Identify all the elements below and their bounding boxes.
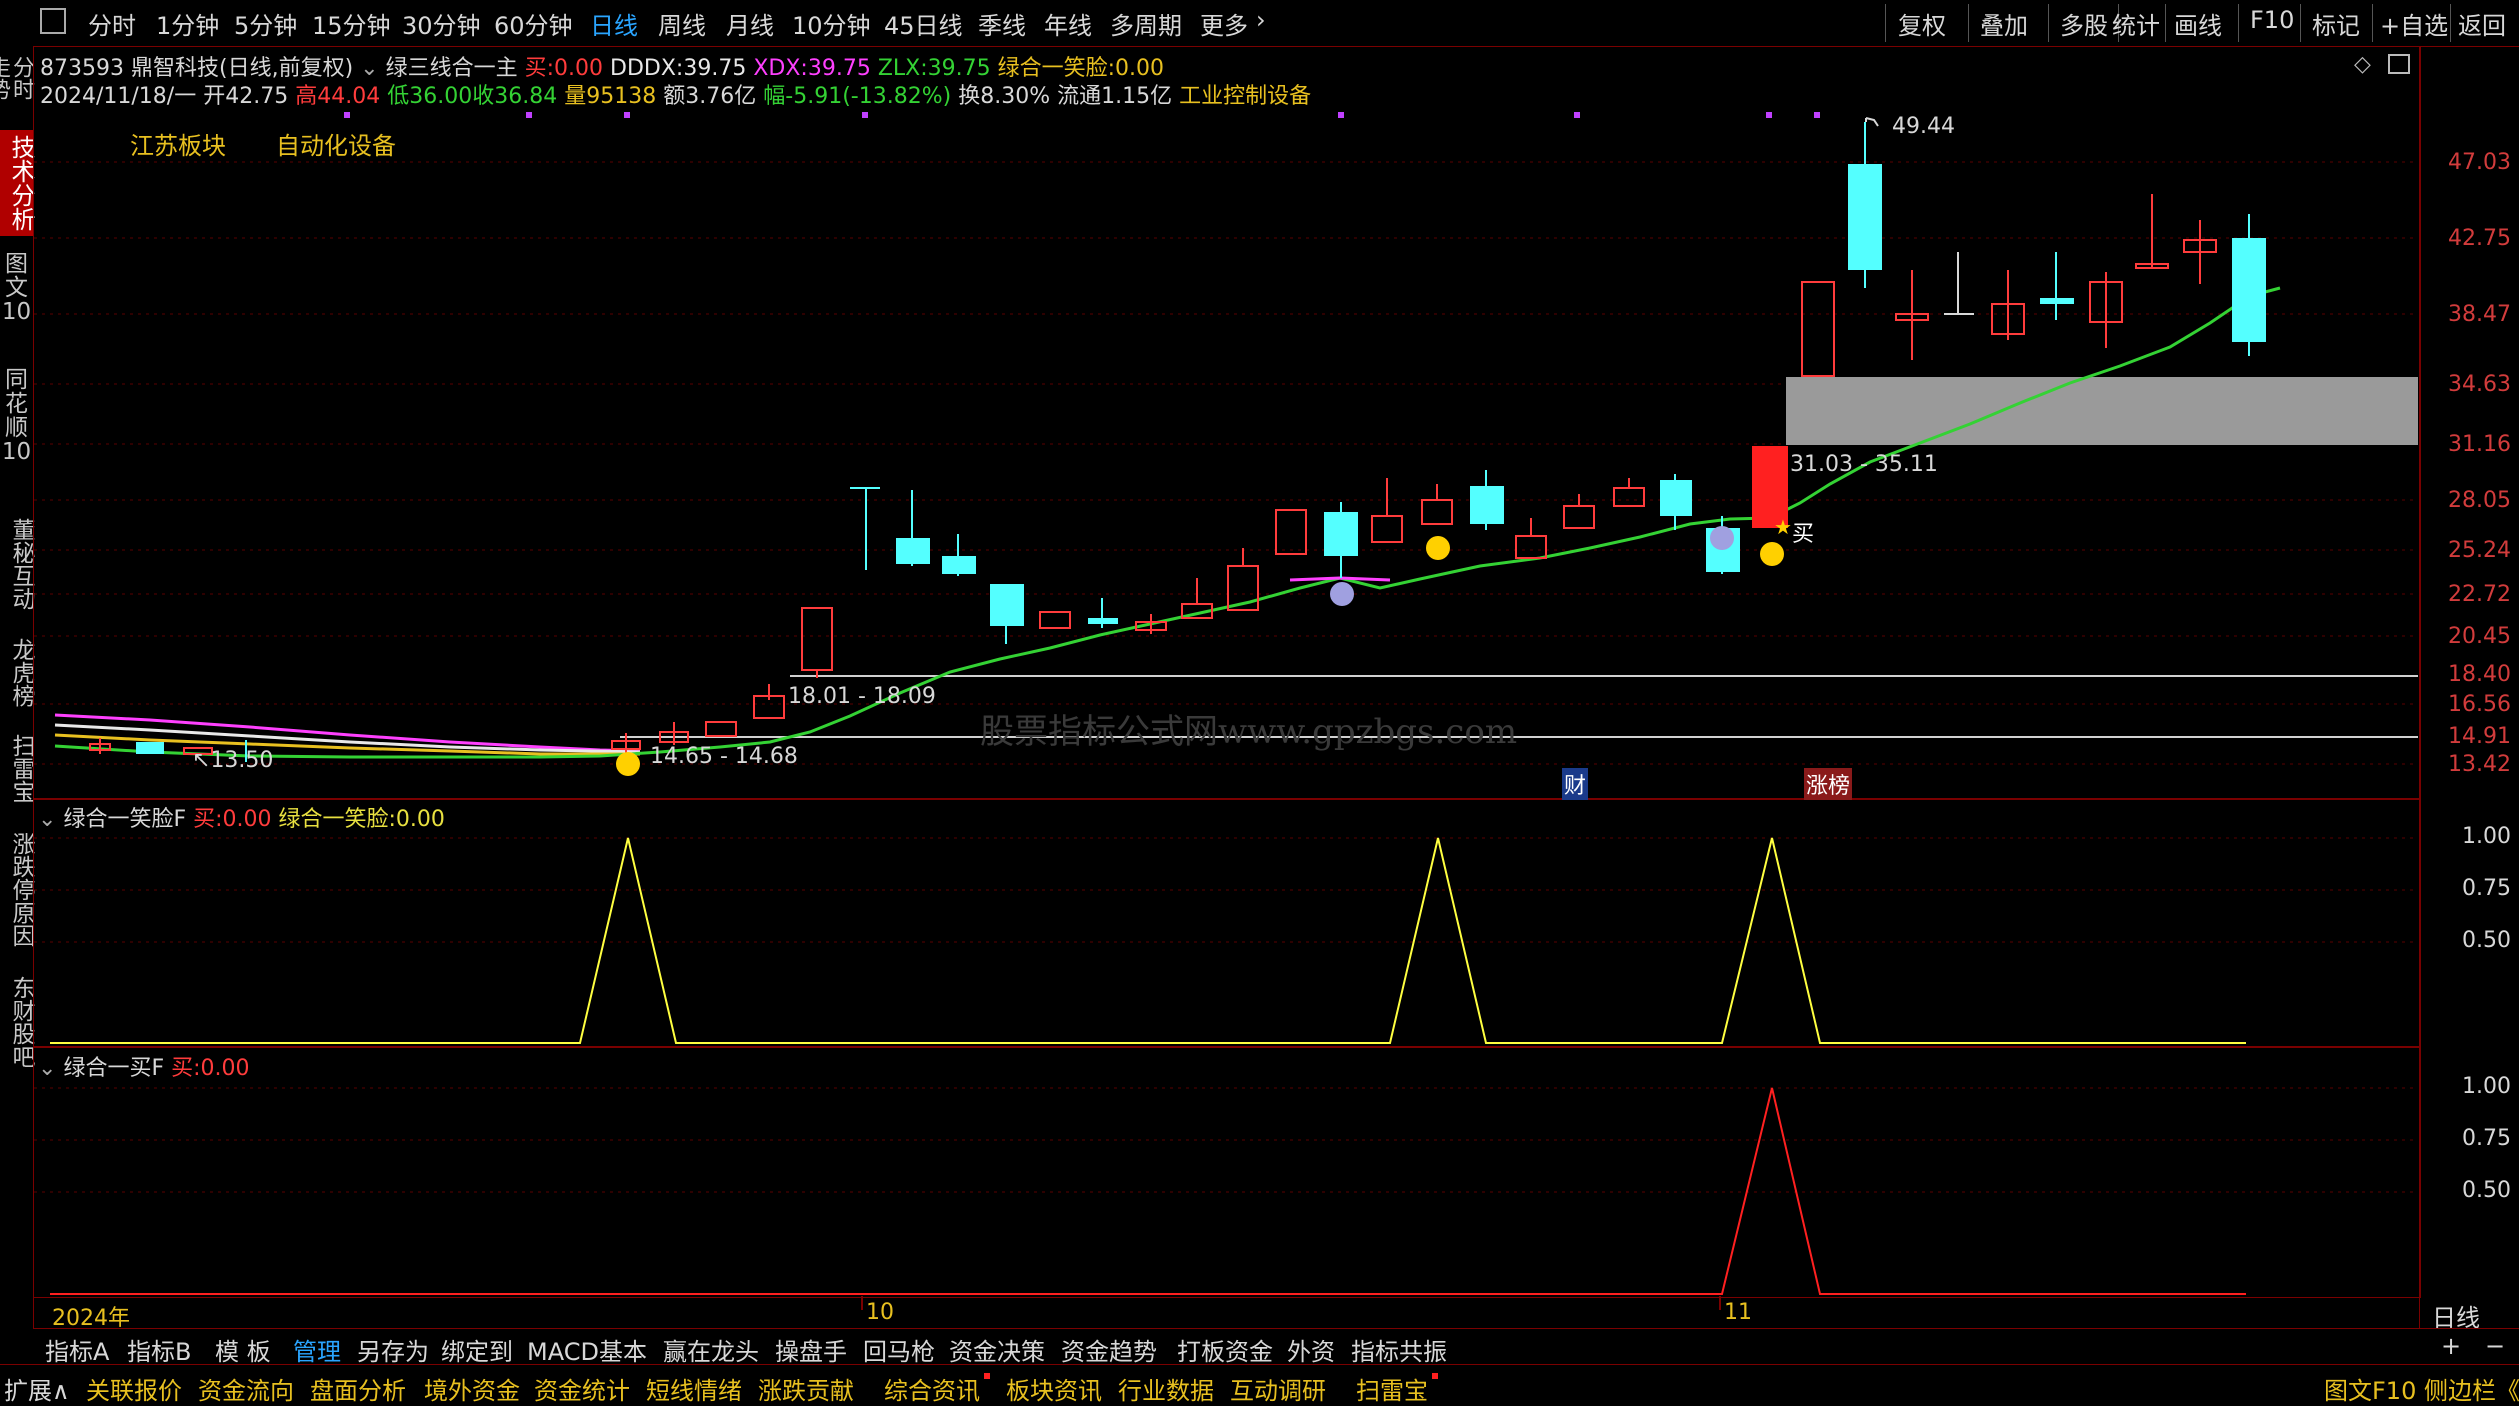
tab-saoleibao[interactable]: 扫雷宝 [1356,1371,1428,1406]
tab-interaction[interactable]: 互动调研 [1230,1371,1326,1406]
limit-up-badge[interactable]: 涨榜 [1804,768,1853,800]
news-dot-icon [984,1373,990,1379]
buy-marker-text: 买 [1792,522,1815,547]
tab-overseas-fund[interactable]: 境外资金 [424,1371,520,1406]
function-tabs: 扩展∧ 关联报价 资金流向 盘面分析 境外资金 资金统计 短线情绪 涨跌贡献 综… [0,1364,2519,1406]
sub2-header: ⌄ 绿合一买F 买:0.00 [38,1050,250,1082]
tab-macd[interactable]: MACD基本 [523,1332,651,1367]
tab-foreign[interactable]: 外资 [1283,1332,1339,1367]
sub2-dropdown-icon[interactable]: ⌄ [38,1056,56,1081]
tab-template[interactable]: 模 板 [211,1332,275,1367]
sub1-dropdown-icon[interactable]: ⌄ [38,807,56,832]
saoleibao-dot-icon [1432,1373,1438,1379]
level-label-14: 14.65 - 14.68 [650,744,798,769]
sub2-axis-tick: 0.75 [2462,1126,2511,1151]
tab-sentiment[interactable]: 短线情绪 [646,1371,742,1406]
tab-indicator-b[interactable]: 指标B [123,1332,195,1367]
tab-limit-fund[interactable]: 打板资金 [1173,1332,1277,1367]
sub1-title[interactable]: 绿合一笑脸F [63,807,186,832]
tab-fund-trend[interactable]: 资金趋势 [1057,1332,1161,1367]
sub1-smile-value: 0.00 [395,807,445,832]
time-axis-month: 11 [1724,1300,1752,1325]
tab-sector-news[interactable]: 板块资讯 [1006,1371,1102,1406]
tab-news[interactable]: 综合资讯 [884,1371,980,1406]
tab-expand[interactable]: 扩展∧ [4,1371,70,1406]
sub2-buy-value: 0.00 [200,1056,250,1081]
watermark: 股票指标公式网www.gpzbgs.com [980,712,1518,752]
tab-fund-decision[interactable]: 资金决策 [945,1332,1049,1367]
sub2-axis-tick: 0.50 [2462,1178,2511,1203]
tab-resonance[interactable]: 指标共振 [1347,1332,1451,1367]
smile-signal-line [50,837,2246,1044]
tab-fund-stats[interactable]: 资金统计 [534,1371,630,1406]
tab-fund-flow[interactable]: 资金流向 [198,1371,294,1406]
xdx-short [1289,576,1391,582]
zoom-out-button[interactable]: − [2481,1332,2509,1360]
sub1-axis-tick: 1.00 [2462,824,2511,849]
tab-huimaqiang[interactable]: 回马枪 [859,1332,939,1367]
tab-bind-to[interactable]: 绑定到 [437,1332,517,1367]
high-price-label: 49.44 [1892,114,1955,139]
tab-contribution[interactable]: 涨跌贡献 [758,1371,854,1406]
tab-indicator-a[interactable]: 指标A [41,1332,113,1367]
indicator-tabs: 指标A 指标B 模 板 管理 另存为 绑定到 MACD基本 赢在龙头 操盘手 回… [33,1328,2519,1367]
tab-save-as[interactable]: 另存为 [353,1332,433,1367]
sub2-axis-tick: 1.00 [2462,1074,2511,1099]
sub1-axis-tick: 0.50 [2462,928,2511,953]
tab-trader[interactable]: 操盘手 [771,1332,851,1367]
tab-related-quote[interactable]: 关联报价 [86,1371,182,1406]
tab-f10-text[interactable]: 图文F10 [2324,1371,2416,1406]
star-icon: ★ [1774,515,1792,539]
tab-manage[interactable]: 管理 [289,1332,345,1367]
low-price-label: ↖13.50 [192,748,274,773]
level-label-18: 18.01 - 18.09 [788,684,936,709]
sub2-buy-label: 买: [171,1056,201,1081]
sub1-buy-label: 买: [193,807,223,832]
sub2-title[interactable]: 绿合一买F [63,1056,164,1081]
finance-badge[interactable]: 财 [1562,768,1589,800]
candlestick-chart[interactable]: ★ [0,0,2519,1405]
tab-leader[interactable]: 赢在龙头 [659,1332,763,1367]
zlx-line [54,286,2281,759]
sub1-header: ⌄ 绿合一笑脸F 买:0.00 绿合一笑脸:0.00 [38,801,445,833]
tab-sidebar-toggle[interactable]: 侧边栏《 [2424,1371,2519,1406]
sub1-buy-value: 0.00 [222,807,272,832]
resistance-zone [1786,377,2418,445]
sub1-smile-label: 绿合一笑脸: [278,807,396,832]
tab-industry-data[interactable]: 行业数据 [1118,1371,1214,1406]
buy-signal-line [50,1087,2246,1295]
tab-market-analysis[interactable]: 盘面分析 [310,1371,406,1406]
sub1-axis-tick: 0.75 [2462,876,2511,901]
low-price-value: 13.50 [210,748,274,773]
top-markers [344,112,1820,118]
zoom-in-button[interactable]: + [2437,1332,2465,1360]
zone-price-label: 31.03 - 35.11 [1790,452,1938,477]
time-axis-month: 10 [866,1300,894,1325]
